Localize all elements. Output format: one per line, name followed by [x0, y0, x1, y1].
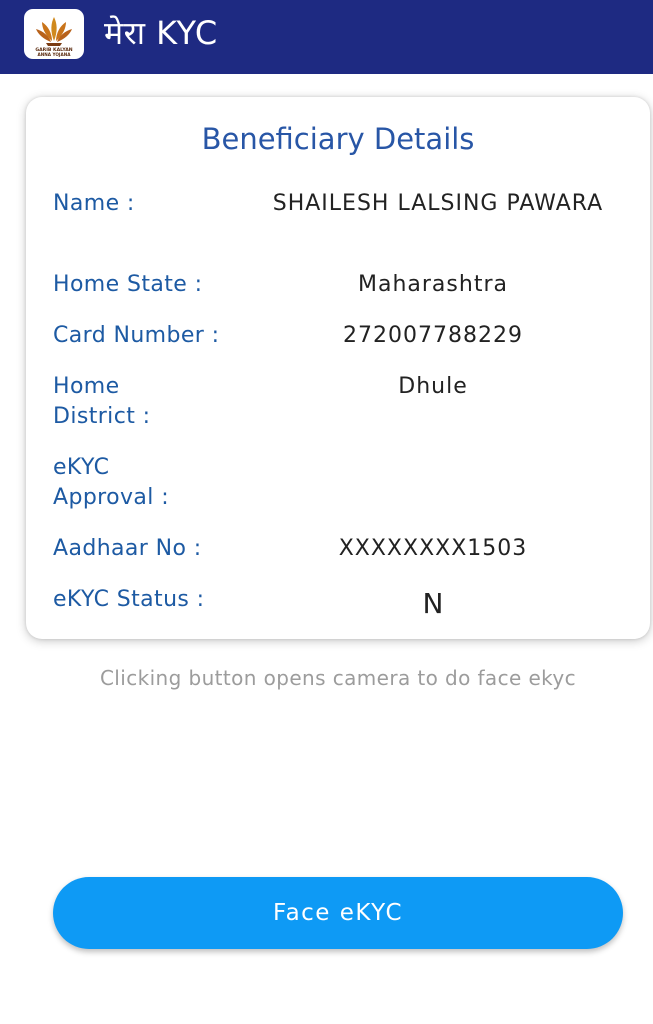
field-label-ekyc-approval: eKYC Approval : — [53, 455, 170, 510]
field-label-card-number: Card Number : — [53, 323, 220, 348]
wheat-logo-icon: GARIB KALYAN ANNA YOJANA — [35, 17, 73, 57]
face-ekyc-button[interactable]: Face eKYC — [53, 877, 623, 949]
beneficiary-details-card: Beneficiary Details Name : SHAILESH LALS… — [26, 97, 650, 639]
field-label-home-district: Home District : — [53, 374, 151, 429]
svg-text:ANNA YOJANA: ANNA YOJANA — [38, 52, 72, 57]
card-title: Beneficiary Details — [201, 122, 475, 156]
field-value-name: SHAILESH LALSING PAWARA — [272, 191, 604, 216]
field-label-ekyc-status: eKYC Status : — [53, 587, 205, 612]
app-title: मेरा KYC — [104, 14, 218, 52]
field-label-name: Name : — [53, 191, 135, 216]
field-value-home-state: Maharashtra — [358, 272, 508, 297]
field-label-aadhaar-no: Aadhaar No : — [53, 536, 202, 561]
field-value-ekyc-status: N — [422, 587, 444, 620]
camera-hint-text: Clicking button opens camera to do face … — [99, 666, 577, 690]
field-label-home-state: Home State : — [53, 272, 203, 297]
field-value-aadhaar-no: XXXXXXXX1503 — [338, 536, 528, 561]
app-logo: GARIB KALYAN ANNA YOJANA — [24, 9, 84, 59]
app-bar: GARIB KALYAN ANNA YOJANA मेरा KYC — [0, 0, 653, 74]
field-value-card-number: 272007788229 — [343, 323, 523, 348]
field-value-home-district: Dhule — [398, 374, 468, 399]
